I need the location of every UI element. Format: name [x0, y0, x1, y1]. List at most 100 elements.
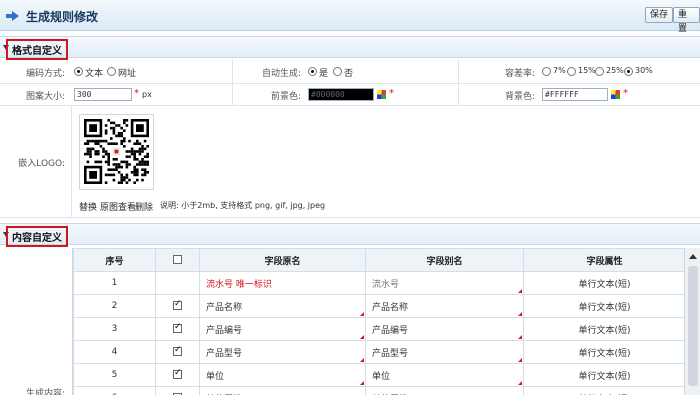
page-title: 生成规则修改: [26, 10, 99, 24]
edit-corner-mark: [518, 335, 522, 339]
tolerance-7-radio[interactable]: [542, 67, 551, 76]
field-attribute[interactable]: 单行文本(短): [523, 317, 684, 341]
field-alias-cell[interactable]: 产品名称: [365, 294, 524, 318]
field-original-cell: 流水号 唯一标识: [199, 271, 366, 295]
scrollbar-thumb[interactable]: [688, 266, 698, 386]
tolerance-25-radio[interactable]: [595, 67, 604, 76]
foreground-color-label: 前景色:: [270, 92, 301, 102]
arrow-right-icon: [12, 11, 19, 21]
row-select-cell: [155, 340, 200, 364]
column-header-alias: 字段别名: [365, 248, 524, 272]
format-section-title: 格式自定义: [6, 39, 68, 60]
row-checkbox[interactable]: [173, 322, 182, 333]
field-alias: 单位: [372, 371, 391, 382]
field-original-name: 产品编号: [206, 325, 243, 336]
divider: [458, 84, 459, 105]
encoding-text-label: 文本: [85, 69, 104, 79]
color-palette-icon[interactable]: [377, 90, 386, 99]
required-mark: *: [389, 88, 394, 99]
required-mark: *: [134, 88, 139, 99]
color-palette-icon[interactable]: [611, 90, 620, 99]
field-attribute[interactable]: 单行文本(短): [523, 340, 684, 364]
row-select-cell: [155, 363, 200, 387]
qr-code-preview[interactable]: [79, 114, 154, 190]
unique-id-tag: 唯一标识: [235, 279, 272, 290]
edit-corner-mark: [518, 289, 522, 293]
auto-yes-radio[interactable]: [308, 67, 317, 76]
row-checkbox[interactable]: [173, 299, 182, 310]
field-alias-cell[interactable]: 单位属性: [365, 386, 524, 395]
row-index: 1: [73, 271, 156, 295]
edit-corner-mark: [360, 381, 364, 385]
field-attribute[interactable]: 单行文本(短): [523, 363, 684, 387]
content-label: 生成内容:: [25, 389, 65, 395]
field-original-cell[interactable]: 单位属性: [199, 386, 366, 395]
auto-yes-label: 是: [319, 69, 329, 79]
field-alias: 产品编号: [372, 325, 409, 336]
save-button[interactable]: 保存: [645, 7, 674, 23]
row-select-cell: [155, 386, 200, 395]
divider: [458, 60, 459, 83]
row-checkbox[interactable]: [173, 368, 182, 379]
field-attribute[interactable]: 单行文本(短): [523, 294, 684, 318]
row-index: 6: [73, 386, 156, 395]
field-original-name: 流水号: [206, 279, 234, 290]
tolerance-15-radio[interactable]: [567, 67, 576, 76]
content-section-header[interactable]: 内容自定义: [0, 223, 700, 247]
field-alias-cell[interactable]: 单位: [365, 363, 524, 387]
edit-corner-mark: [518, 358, 522, 362]
row-index: 2: [73, 294, 156, 318]
table-row: 3 产品编号 产品编号 单行文本(短): [73, 317, 684, 341]
field-attribute[interactable]: 单行文本(短): [523, 271, 684, 295]
background-color-input[interactable]: #FFFFFF: [542, 88, 608, 101]
field-original-cell[interactable]: 单位: [199, 363, 366, 387]
row-checkbox[interactable]: [173, 345, 182, 356]
format-row-2: 图案大小: 300 * px 前景色: #000000 * 背景色: #FFFF…: [0, 84, 700, 106]
logo-view-link[interactable]: 原图查看: [100, 200, 136, 213]
logo-delete-link[interactable]: 删除: [135, 200, 153, 213]
foreground-color-input[interactable]: #000000: [308, 88, 374, 101]
field-alias-cell[interactable]: 产品编号: [365, 317, 524, 341]
row-index: 4: [73, 340, 156, 364]
encoding-text-radio[interactable]: [74, 67, 83, 76]
format-row-1: 编码方式: 文本 网址 自动生成: 是 否 容差率: 7% 15% 25% 30…: [0, 60, 700, 84]
reset-button[interactable]: 重置: [673, 7, 700, 34]
select-all-checkbox[interactable]: [173, 255, 182, 264]
scroll-up-icon[interactable]: [689, 254, 697, 259]
page-header: 生成规则修改 保存 重置: [0, 0, 700, 34]
encoding-url-radio[interactable]: [107, 67, 116, 76]
field-original-cell[interactable]: 产品型号: [199, 340, 366, 364]
auto-no-label: 否: [344, 69, 354, 79]
divider: [232, 60, 233, 83]
size-unit: px: [142, 90, 152, 99]
field-alias-cell[interactable]: 流水号: [365, 271, 524, 295]
column-header-original: 字段原名: [199, 248, 366, 272]
edit-corner-mark: [360, 335, 364, 339]
logo-replace-link[interactable]: 替换: [79, 200, 97, 213]
field-alias: 产品型号: [372, 348, 409, 359]
edit-corner-mark: [518, 312, 522, 316]
auto-no-radio[interactable]: [333, 67, 342, 76]
field-original-cell[interactable]: 产品编号: [199, 317, 366, 341]
field-attribute[interactable]: 单行文本(短): [523, 386, 684, 395]
qr-code-image: [84, 119, 149, 184]
encoding-label: 编码方式:: [25, 69, 65, 79]
column-header-select: [155, 248, 200, 272]
size-input[interactable]: 300: [74, 88, 132, 101]
field-original-name: 产品型号: [206, 348, 243, 359]
row-index: 3: [73, 317, 156, 341]
field-original-cell[interactable]: 产品名称: [199, 294, 366, 318]
tolerance-30-radio[interactable]: [624, 67, 633, 76]
table-row: 5 单位 单位 单行文本(短): [73, 363, 684, 387]
size-label: 图案大小:: [25, 92, 65, 102]
field-alias-cell[interactable]: 产品型号: [365, 340, 524, 364]
format-section-header[interactable]: 格式自定义: [0, 36, 700, 60]
tolerance-label: 容差率:: [504, 69, 535, 79]
vertical-scrollbar[interactable]: [684, 248, 700, 395]
encoding-url-label: 网址: [118, 69, 137, 79]
tolerance-7-label: 7%: [553, 66, 566, 75]
edit-corner-mark: [360, 312, 364, 316]
edit-corner-mark: [360, 358, 364, 362]
field-original-name: 单位: [206, 371, 225, 382]
fields-table: 序号 字段原名 字段别名 字段属性 1流水号 唯一标识流水号单行文本(短)2产品…: [72, 248, 684, 395]
